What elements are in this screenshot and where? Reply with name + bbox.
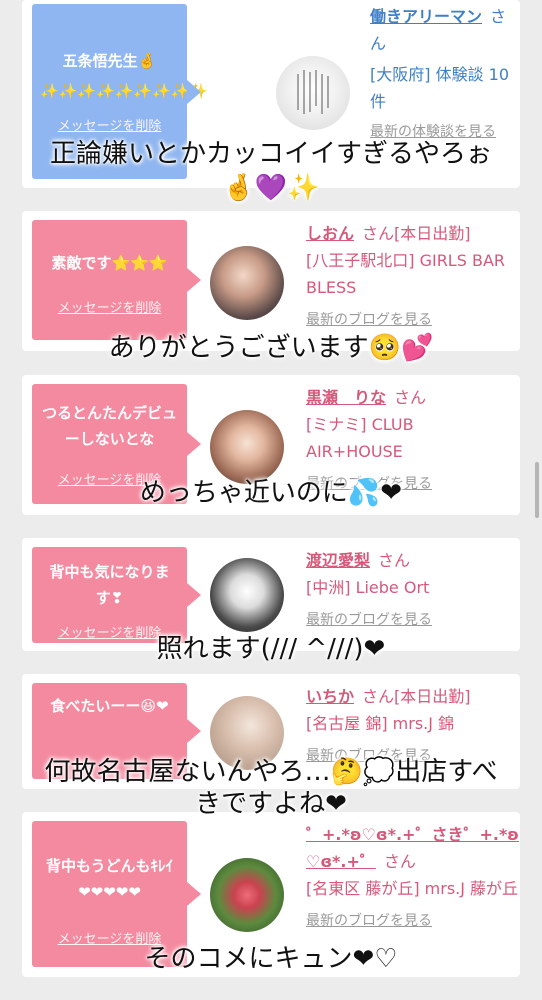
san-label: さん[本日出勤] <box>362 687 471 706</box>
scrollbar[interactable] <box>535 462 539 518</box>
username-link[interactable]: 働きアリーマン <box>370 7 482 26</box>
avatar[interactable] <box>210 558 284 632</box>
username-link[interactable]: しおん <box>306 224 354 243</box>
message-text: 五条悟先生🤞 ✨✨✨✨✨✨✨✨✨ <box>40 52 209 100</box>
avatar[interactable] <box>210 246 284 320</box>
message-bubble: 背中も気になります❣ メッセージを削除 <box>32 547 201 643</box>
message-text: 食べたいーー😆❤ <box>50 697 169 715</box>
caption: めっちゃ近いのに💦❤ <box>139 478 403 508</box>
latest-blog-link[interactable]: 最新のブログを見る <box>306 607 506 634</box>
location-text: [中洲] Liebe Ort <box>306 578 430 597</box>
message-card: 素敵です⭐⭐⭐ メッセージを削除 しおん さん[本日出勤] [八王子駅北口] GI… <box>22 211 520 351</box>
caption: きですよね❤ <box>195 789 347 819</box>
message-text: 背中もうどんもｷﾚｲ❤❤❤❤❤ <box>45 857 174 901</box>
caption: 照れます(/// ^///)❤ <box>156 634 386 664</box>
caption: 正論嫌いとかカッコイイすぎるやろぉ <box>49 139 492 169</box>
caption: ありがとうございます🥺💕 <box>108 333 434 363</box>
username-link[interactable]: 渡辺愛梨 <box>306 551 370 570</box>
user-info: ゜+.*ʚ♡ɞ*.+゜さき゜+.*ʚ♡ɞ*.+゜ さん [名東区 藤が丘] mrs… <box>306 821 520 935</box>
location-text: [八王子駅北口] GIRLS BAR BLESS <box>306 251 506 297</box>
location-text: [名東区 藤が丘] mrs.J 藤が丘 <box>306 879 519 898</box>
location-text: [名古屋 錦] mrs.J 錦 <box>306 714 455 733</box>
avatar[interactable] <box>210 410 284 484</box>
document-thumbnail-icon <box>297 70 329 114</box>
location-text: [ミナミ] CLUB AIR+HOUSE <box>306 415 414 461</box>
san-label: さん <box>394 388 427 407</box>
user-info: しおん さん[本日出勤] [八王子駅北口] GIRLS BAR BLESS 最新の… <box>306 220 506 334</box>
san-label: さん[本日出勤] <box>362 224 471 243</box>
delete-message-link[interactable]: メッセージを削除 <box>32 296 187 322</box>
san-label: さん <box>378 551 411 570</box>
avatar[interactable] <box>210 858 284 932</box>
latest-blog-link[interactable]: 最新のブログを見る <box>306 908 520 935</box>
username-link[interactable]: いちか <box>306 687 354 706</box>
message-bubble: 素敵です⭐⭐⭐ メッセージを削除 <box>32 220 201 340</box>
caption: そのコメにキュン❤♡ <box>144 944 398 974</box>
message-text: 素敵です⭐⭐⭐ <box>51 254 168 272</box>
san-label: さん <box>383 852 416 871</box>
avatar[interactable] <box>276 56 350 130</box>
message-text: つるとんたんデビューしないとな <box>41 404 177 448</box>
caption: 🤞💜✨ <box>222 173 320 203</box>
latest-blog-link[interactable]: 最新のブログを見る <box>306 307 506 334</box>
location-text: [大阪府] 体験談 10件 <box>370 65 510 111</box>
caption: 何故名古屋ないんやろ…🤔💭出店すべ <box>44 757 498 787</box>
user-info: 渡辺愛梨 さん [中洲] Liebe Ort 最新のブログを見る <box>306 547 506 634</box>
user-info: 働きアリーマン さん [大阪府] 体験談 10件 最新の体験談を見る <box>370 3 515 143</box>
username-link[interactable]: 黒瀬 りな <box>306 388 386 407</box>
message-text: 背中も気になります❣ <box>49 563 170 607</box>
